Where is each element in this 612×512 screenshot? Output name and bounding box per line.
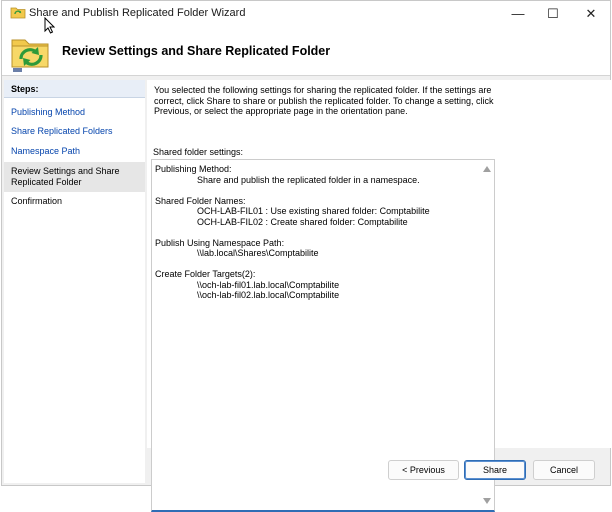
steps-pane: Steps: Publishing Method Share Replicate… xyxy=(4,80,145,483)
publishing-method-label: Publishing Method: xyxy=(155,164,232,174)
settings-label: Shared folder settings: xyxy=(153,147,244,157)
step-share-replicated-folders[interactable]: Share Replicated Folders xyxy=(11,126,141,137)
folder-targets-section: Create Folder Targets(2): \\och-lab-fil0… xyxy=(155,269,475,301)
namespace-path-value: \\lab.local\Shares\Comptabilite xyxy=(197,248,319,258)
main-content: You selected the following settings for … xyxy=(147,80,612,512)
intro-text: You selected the following settings for … xyxy=(154,85,494,116)
step-namespace-path[interactable]: Namespace Path xyxy=(11,146,141,157)
mouse-cursor-icon xyxy=(44,16,56,36)
namespace-path-section: Publish Using Namespace Path: \\lab.loca… xyxy=(155,238,475,259)
title-bar[interactable]: Share and Publish Replicated Folder Wiza… xyxy=(2,1,610,26)
folder-targets-label: Create Folder Targets(2): xyxy=(155,269,256,279)
close-button[interactable]: ✕ xyxy=(569,1,612,26)
publishing-method-value: Share and publish the replicated folder … xyxy=(197,174,420,185)
scroll-up-arrow-icon[interactable] xyxy=(483,164,491,174)
folder-target: \\och-lab-fil01.lab.local\Comptabilite xyxy=(197,279,340,290)
previous-button[interactable]: < Previous xyxy=(388,460,459,480)
share-button[interactable]: Share xyxy=(464,460,526,480)
namespace-path-label: Publish Using Namespace Path: xyxy=(155,237,285,248)
cancel-button[interactable]: Cancel xyxy=(533,460,595,480)
wizard-window: Share and Publish Replicated Folder Wiza… xyxy=(1,0,612,512)
folder-target: \\och-lab-fil02.lab.local\Comptabilite xyxy=(197,290,340,300)
page-title: Review Settings and Share Replicated Fol… xyxy=(62,44,331,58)
folder-sync-icon xyxy=(10,5,26,21)
shared-folder-name: OCH-LAB-FIL01 : Use existing shared fold… xyxy=(197,206,430,216)
publishing-method-section: Publishing Method: Share and publish the… xyxy=(155,164,475,185)
shared-folder-names-label: Shared Folder Names: xyxy=(155,195,246,206)
folder-sync-large-icon xyxy=(10,31,52,75)
settings-content: Publishing Method: Share and publish the… xyxy=(155,164,475,311)
shared-folder-names-section: Shared Folder Names: OCH-LAB-FIL01 : Use… xyxy=(155,196,475,228)
step-review-settings: Review Settings and Share Replicated Fol… xyxy=(4,162,145,192)
step-publishing-method[interactable]: Publishing Method xyxy=(11,107,141,118)
wizard-header: Review Settings and Share Replicated Fol… xyxy=(2,26,610,76)
steps-heading: Steps: xyxy=(4,80,145,98)
scroll-down-arrow-icon[interactable] xyxy=(483,496,491,506)
window-title: Share and Publish Replicated Folder Wiza… xyxy=(29,7,246,19)
step-confirmation: Confirmation xyxy=(11,196,63,206)
shared-folder-name: OCH-LAB-FIL02 : Create shared folder: Co… xyxy=(197,216,408,227)
